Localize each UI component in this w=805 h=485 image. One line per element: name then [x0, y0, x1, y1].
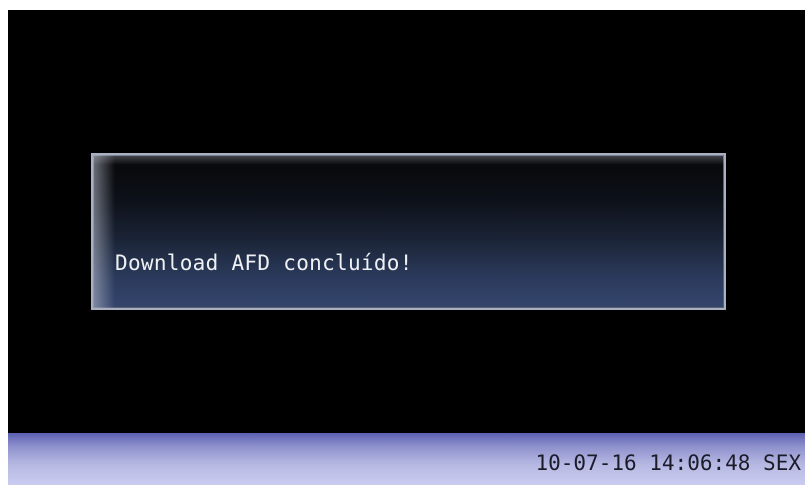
dialog-highlight-top: [93, 155, 724, 165]
device-screen: Download AFD concluído! 10-07-16 14:06:4…: [8, 10, 805, 485]
message-dialog: Download AFD concluído!: [91, 153, 726, 310]
dialog-highlight-left: [93, 155, 115, 308]
status-datetime: 10-07-16 14:06:48 SEX: [535, 451, 801, 475]
device-frame: Download AFD concluído! 10-07-16 14:06:4…: [0, 0, 805, 485]
status-bar: 10-07-16 14:06:48 SEX: [8, 433, 805, 485]
dialog-message-text: Download AFD concluído!: [115, 251, 413, 275]
